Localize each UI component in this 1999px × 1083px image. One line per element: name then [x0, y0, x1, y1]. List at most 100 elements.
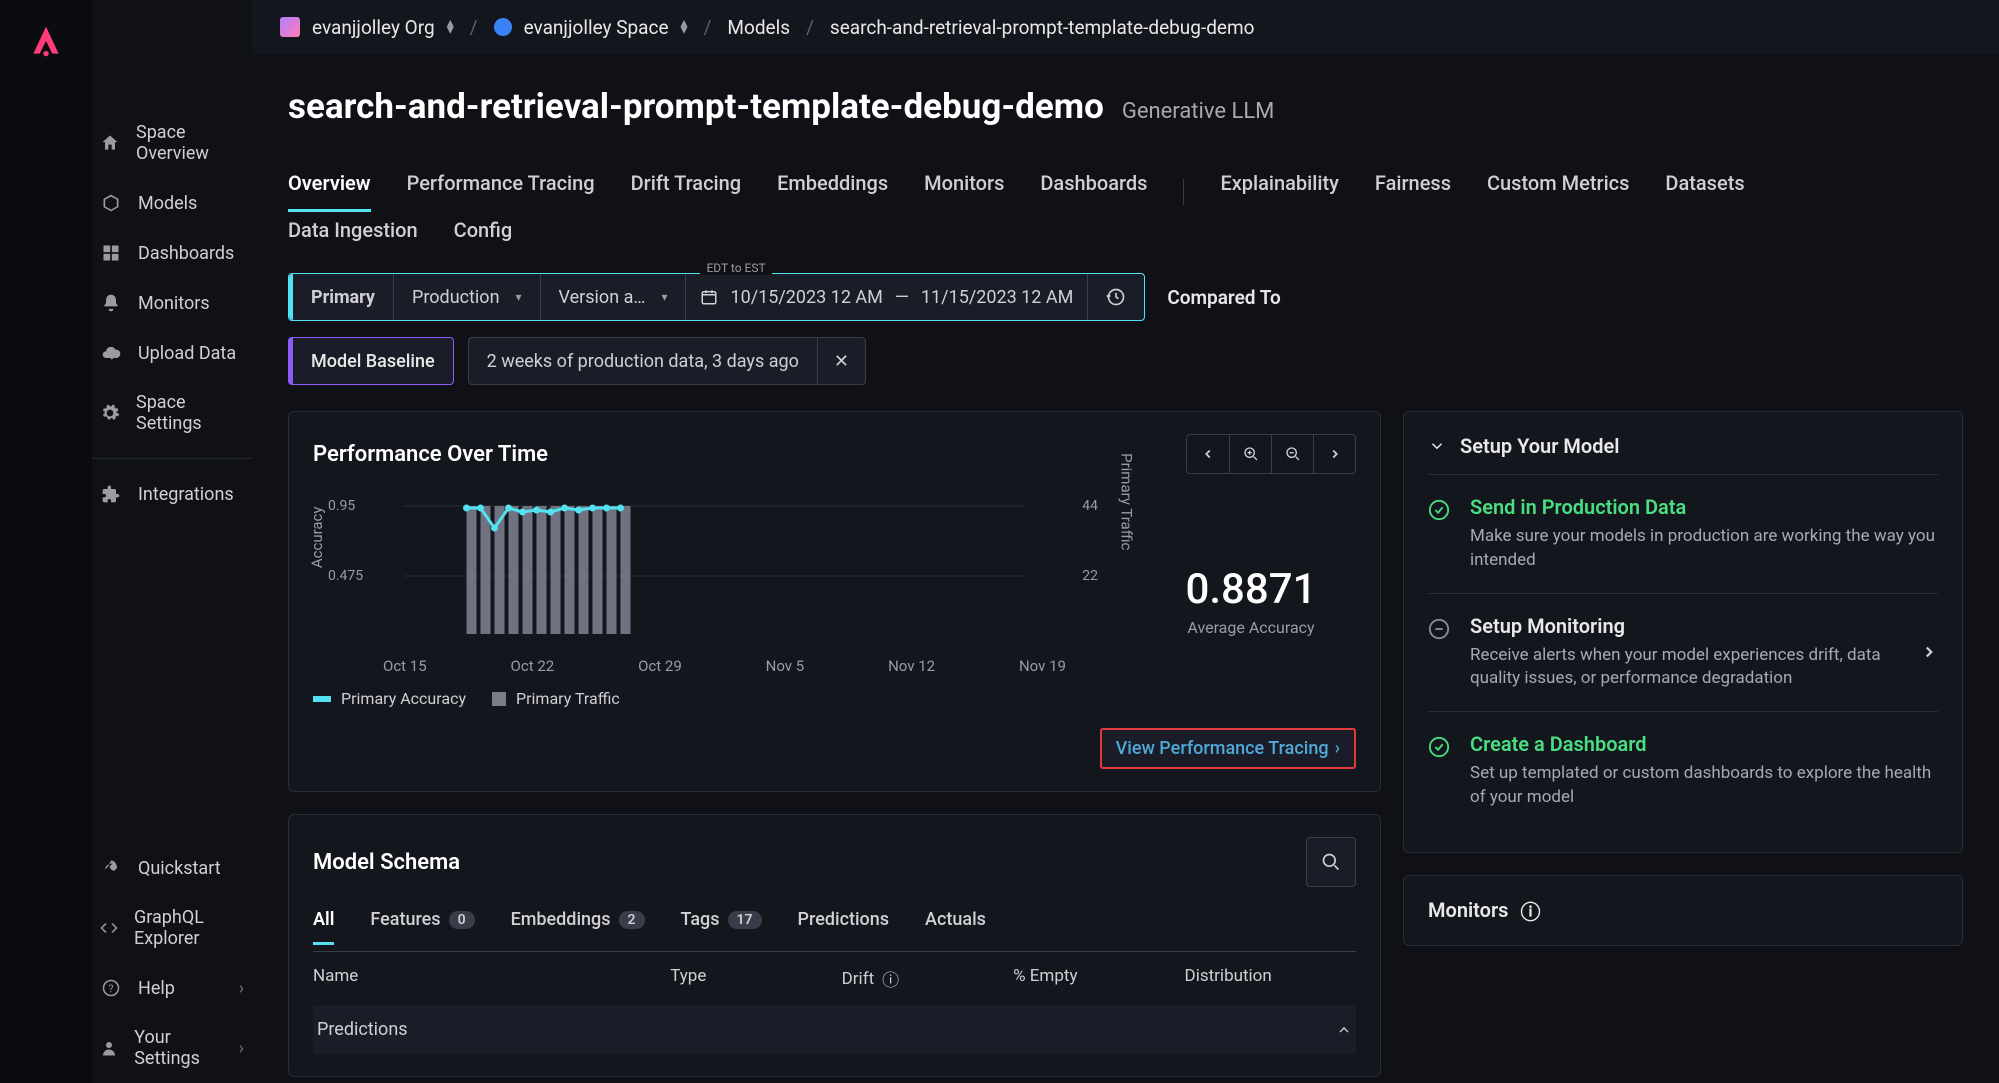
- col-drift: Driftⓘ: [842, 966, 1013, 991]
- chevron-down-icon: ▾: [661, 290, 667, 304]
- app-icon-strip: [0, 0, 92, 1083]
- setup-model-card: Setup Your Model Send in Production Data…: [1403, 411, 1963, 853]
- col-name: Name: [313, 966, 670, 991]
- chevron-right-icon: ›: [239, 1038, 244, 1059]
- breadcrumb-org[interactable]: evanjjolley Org ▴▾: [280, 16, 454, 39]
- page-header: search-and-retrieval-prompt-template-deb…: [252, 54, 1999, 147]
- sidebar-item-label: Help: [138, 978, 175, 999]
- sidebar-item-space-settings[interactable]: Space Settings: [92, 378, 252, 448]
- sidebar-item-dashboards[interactable]: Dashboards: [92, 228, 252, 278]
- schema-tab-embeddings[interactable]: Embeddings2: [511, 909, 645, 945]
- logo-icon[interactable]: [25, 20, 67, 62]
- sidebar-item-label: Space Settings: [136, 392, 244, 434]
- chart-prev-button[interactable]: [1187, 435, 1229, 473]
- sidebar: Space Overview Models Dashboards Monitor…: [92, 0, 252, 1083]
- setup-item-title: Setup Monitoring: [1470, 614, 1902, 638]
- tab-data-ingestion[interactable]: Data Ingestion: [288, 218, 418, 255]
- chevron-down-icon: ▾: [516, 290, 522, 304]
- tab-overview[interactable]: Overview: [288, 171, 371, 212]
- date-from: 10/15/2023 12 AM: [730, 287, 882, 308]
- setup-item-dashboard[interactable]: Create a Dashboard Set up templated or c…: [1428, 711, 1938, 830]
- setup-header[interactable]: Setup Your Model: [1428, 434, 1938, 474]
- breadcrumb-model[interactable]: search-and-retrieval-prompt-template-deb…: [830, 16, 1255, 39]
- tab-divider: [1183, 179, 1184, 205]
- sidebar-item-monitors[interactable]: Monitors: [92, 278, 252, 328]
- monitors-card: Monitors ⓘ: [1403, 875, 1963, 946]
- sidebar-item-integrations[interactable]: Integrations: [92, 469, 252, 519]
- baseline-remove-button[interactable]: ✕: [817, 338, 865, 384]
- sidebar-item-quickstart[interactable]: Quickstart: [92, 843, 252, 893]
- sidebar-item-your-settings[interactable]: Your Settings ›: [92, 1013, 252, 1083]
- chart-legend: Primary Accuracy Primary Traffic: [313, 689, 1116, 708]
- legend-swatch-accuracy: [313, 696, 331, 702]
- y-axis-right-label: Primary Traffic: [1117, 453, 1135, 550]
- performance-chart: Accuracy Primary Traffic 0.95 0.475 44 2…: [313, 494, 1116, 708]
- average-accuracy-metric: 0.8871 Average Accuracy: [1146, 565, 1356, 637]
- setup-item-production-data[interactable]: Send in Production Data Make sure your m…: [1428, 474, 1938, 593]
- schema-tab-predictions[interactable]: Predictions: [798, 909, 890, 945]
- gear-icon: [100, 402, 120, 424]
- tab-drift-tracing[interactable]: Drift Tracing: [631, 171, 741, 212]
- setup-item-title: Create a Dashboard: [1470, 732, 1938, 756]
- sidebar-item-graphql[interactable]: GraphQL Explorer: [92, 893, 252, 963]
- timezone-note: EDT to EST: [700, 261, 771, 275]
- y-axis-left-label: Accuracy: [308, 507, 326, 569]
- schema-group-predictions[interactable]: Predictions: [313, 1005, 1356, 1054]
- primary-filter-group: Primary Production ▾ Version a… ▾ EDT to…: [288, 273, 1145, 321]
- puzzle-icon: [100, 483, 122, 505]
- version-value: Version a…: [559, 287, 646, 308]
- tab-embeddings[interactable]: Embeddings: [777, 171, 888, 212]
- sidebar-item-label: Space Overview: [136, 122, 244, 164]
- tab-fairness[interactable]: Fairness: [1375, 171, 1451, 212]
- tab-performance-tracing[interactable]: Performance Tracing: [407, 171, 595, 212]
- sidebar-item-label: GraphQL Explorer: [134, 907, 244, 949]
- sidebar-item-models[interactable]: Models: [92, 178, 252, 228]
- schema-tab-tags[interactable]: Tags17: [681, 909, 762, 945]
- history-icon: [1106, 287, 1126, 307]
- date-range-picker[interactable]: EDT to EST 10/15/2023 12 AM — 11/15/2023…: [686, 274, 1087, 320]
- breadcrumb: evanjjolley Org ▴▾ / evanjjolley Space ▴…: [252, 0, 1999, 54]
- chart-next-button[interactable]: [1313, 435, 1355, 473]
- sidebar-item-upload-data[interactable]: Upload Data: [92, 328, 252, 378]
- model-baseline-label[interactable]: Model Baseline: [288, 337, 454, 385]
- breadcrumb-separator: /: [704, 16, 712, 39]
- sidebar-item-help[interactable]: ? Help ›: [92, 963, 252, 1013]
- grid-icon: [100, 242, 122, 264]
- schema-search-button[interactable]: [1306, 837, 1356, 887]
- dataset-select[interactable]: Production ▾: [394, 274, 540, 320]
- chart-zoom-in-button[interactable]: [1229, 435, 1271, 473]
- compared-to-label: Compared To: [1167, 286, 1280, 309]
- tabs-row-2: Data Ingestion Config: [252, 212, 1999, 255]
- tab-custom-metrics[interactable]: Custom Metrics: [1487, 171, 1629, 212]
- metric-label: Average Accuracy: [1146, 618, 1356, 637]
- tab-monitors[interactable]: Monitors: [924, 171, 1004, 212]
- breadcrumb-space-label: evanjjolley Space: [524, 16, 669, 39]
- updown-icon: ▴▾: [447, 20, 454, 34]
- breadcrumb-models[interactable]: Models: [727, 16, 790, 39]
- tab-dashboards[interactable]: Dashboards: [1040, 171, 1147, 212]
- sidebar-item-label: Monitors: [138, 293, 210, 314]
- chevron-up-icon: [1336, 1022, 1352, 1038]
- chevron-down-icon: [1428, 437, 1446, 455]
- home-icon: [100, 132, 120, 154]
- setup-item-monitoring[interactable]: Setup Monitoring Receive alerts when you…: [1428, 593, 1938, 712]
- history-button[interactable]: [1088, 274, 1144, 320]
- version-select[interactable]: Version a… ▾: [541, 274, 686, 320]
- breadcrumb-space[interactable]: evanjjolley Space ▴▾: [494, 16, 688, 39]
- view-performance-tracing-link[interactable]: View Performance Tracing ›: [1100, 728, 1356, 769]
- info-icon: ⓘ: [1520, 896, 1540, 925]
- model-schema-card: Model Schema All Features0 Embeddings2 T…: [288, 814, 1381, 1077]
- col-type: Type: [670, 966, 841, 991]
- schema-tab-actuals[interactable]: Actuals: [925, 909, 986, 945]
- setup-item-title: Send in Production Data: [1470, 495, 1938, 519]
- schema-tab-features[interactable]: Features0: [370, 909, 474, 945]
- tab-config[interactable]: Config: [454, 218, 513, 255]
- sidebar-item-space-overview[interactable]: Space Overview: [92, 108, 252, 178]
- calendar-icon: [700, 288, 718, 306]
- schema-tab-all[interactable]: All: [313, 909, 334, 945]
- group-row-label: Predictions: [317, 1019, 408, 1040]
- chart-zoom-out-button[interactable]: [1271, 435, 1313, 473]
- tab-datasets[interactable]: Datasets: [1665, 171, 1744, 212]
- col-distribution: Distribution: [1185, 966, 1356, 991]
- tab-explainability[interactable]: Explainability: [1220, 171, 1338, 212]
